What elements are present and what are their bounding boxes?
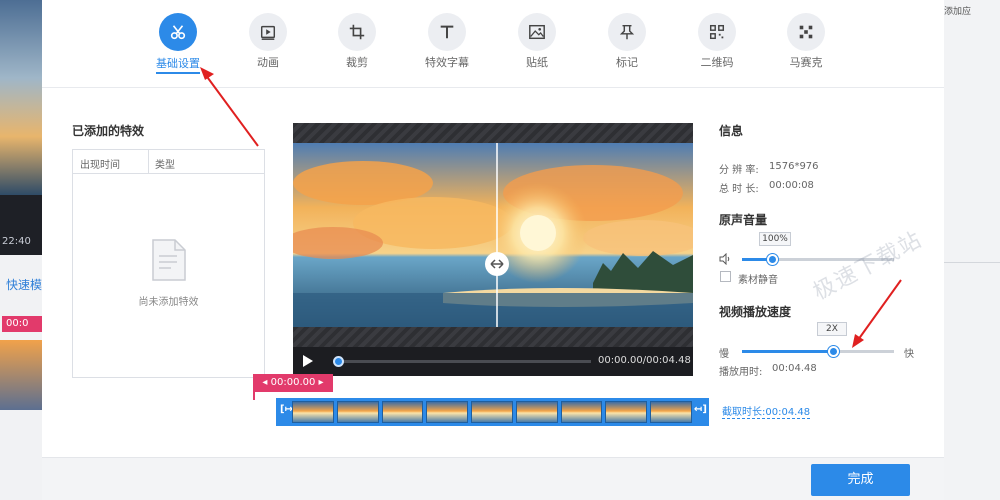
tab-crop[interactable]: 裁剪 <box>322 13 392 70</box>
marker-time: 00:00.00 <box>270 377 316 388</box>
background-thumbnail <box>0 0 42 195</box>
timeline-thumbnails <box>292 401 693 423</box>
mosaic-icon <box>787 13 825 51</box>
col-appear-time: 出现时间 <box>80 160 120 171</box>
mute-checkbox[interactable] <box>720 271 731 282</box>
speed-title: 视频播放速度 <box>719 305 792 319</box>
play-button[interactable] <box>303 355 313 367</box>
marker-stem <box>253 390 255 400</box>
tab-qrcode[interactable]: 二维码 <box>682 13 752 70</box>
duration-value: 00:00:08 <box>769 180 814 191</box>
volume-title: 原声音量 <box>719 213 768 227</box>
timeline-frame <box>292 401 334 423</box>
duration-label: 总 时 长: <box>719 184 759 195</box>
background-time: 22:40 <box>2 236 31 247</box>
progress-knob[interactable] <box>333 356 344 367</box>
header-divider <box>148 150 149 174</box>
play-frame-icon <box>249 13 287 51</box>
timeline-frame <box>605 401 648 423</box>
image-icon <box>518 13 556 51</box>
timeline-frame <box>426 401 469 423</box>
text-t-icon <box>428 13 466 51</box>
video-preview[interactable] <box>293 143 693 327</box>
timeline-frame <box>650 401 693 423</box>
toolbar: 基础设置 动画 裁剪 特效字幕 贴纸 标记 二维码 马赛克 <box>42 0 944 88</box>
player-top-bar <box>293 123 693 143</box>
background-time-tag: 00:0 <box>2 316 42 332</box>
play-duration-value: 00:04.48 <box>772 363 817 374</box>
crop-icon <box>338 13 376 51</box>
tab-effect-subtitle-label: 特效字幕 <box>425 56 469 69</box>
edit-dialog: 基础设置 动画 裁剪 特效字幕 贴纸 标记 二维码 马赛克 已添加的特效 出现时… <box>42 0 944 500</box>
speed-slider[interactable] <box>742 350 894 353</box>
timeline-frame <box>471 401 513 423</box>
marker-right-arrow-icon: ▸ <box>315 377 324 388</box>
marker-left-arrow-icon: ◂ <box>262 377 271 388</box>
speed-slow-label: 慢 <box>719 349 729 360</box>
tab-mosaic[interactable]: 马赛克 <box>771 13 841 70</box>
timeline-right-handle-icon[interactable]: ↤] <box>694 404 707 415</box>
timeline-left-handle-icon[interactable]: [↦ <box>280 404 293 415</box>
volume-knob[interactable] <box>767 254 779 265</box>
qr-icon <box>698 13 736 51</box>
effects-table: 出现时间 类型 尚未添加特效 <box>72 149 265 378</box>
tab-qrcode-label: 二维码 <box>700 56 734 69</box>
background-right-text: 添加应 <box>944 7 972 17</box>
speed-fast-label: 快 <box>904 349 914 360</box>
progress-track[interactable] <box>337 360 591 363</box>
tab-mosaic-label: 马赛克 <box>789 56 823 69</box>
tab-marker[interactable]: 标记 <box>592 13 662 70</box>
tab-animation-label: 动画 <box>257 56 279 69</box>
tab-animation[interactable]: 动画 <box>233 13 303 70</box>
tab-crop-label: 裁剪 <box>346 56 368 69</box>
capture-duration: 截取时长:00:04.48 <box>722 403 811 419</box>
speed-value-tip: 2X <box>817 322 847 336</box>
play-duration-label: 播放用时: <box>719 367 763 378</box>
player-controls: 00:00.00/00:04.48 <box>293 347 693 376</box>
timeline-frame <box>515 401 558 423</box>
player-time: 00:00.00/00:04.48 <box>598 355 691 366</box>
watermark: 极速下载站 <box>809 226 928 306</box>
video-player: 00:00.00/00:04.48 <box>293 123 693 376</box>
tab-marker-label: 标记 <box>616 56 638 69</box>
timeline-frame <box>336 401 379 423</box>
tab-sticker[interactable]: 贴纸 <box>502 13 572 70</box>
mute-label: 素材静音 <box>738 275 778 286</box>
empty-document-icon <box>152 239 186 281</box>
volume-value-tip: 100% <box>759 232 791 246</box>
timeline-time-marker[interactable]: ◂ 00:00.00 ▸ <box>253 374 333 392</box>
timeline-strip[interactable]: [↦ ↤] <box>276 398 709 426</box>
tab-effect-subtitle[interactable]: 特效字幕 <box>412 13 482 70</box>
background-divider <box>944 262 1000 263</box>
background-clip-thumbnail <box>0 340 42 410</box>
pin-icon <box>608 13 646 51</box>
tab-sticker-label: 贴纸 <box>526 56 548 69</box>
speed-knob[interactable] <box>828 346 840 357</box>
background-app-left: 22:40 快速模 00:0 <box>0 0 42 500</box>
effects-empty-text: 尚未添加特效 <box>138 297 199 308</box>
speaker-icon[interactable] <box>719 253 731 265</box>
timeline-frame <box>560 401 603 423</box>
background-app-right <box>944 0 1000 500</box>
resolution-label: 分 辨 率: <box>719 165 759 176</box>
effects-header: 出现时间 类型 <box>73 150 264 174</box>
col-type: 类型 <box>155 160 175 171</box>
tab-basic-settings-label: 基础设置 <box>156 55 200 74</box>
timeline-frame <box>381 401 424 423</box>
dialog-footer <box>42 457 944 500</box>
info-title: 信息 <box>719 124 744 138</box>
player-bottom-bar <box>293 327 693 347</box>
effects-title: 已添加的特效 <box>72 124 145 138</box>
resolution-value: 1576*976 <box>769 161 819 172</box>
scissors-icon <box>159 13 197 51</box>
tab-basic-settings[interactable]: 基础设置 <box>143 13 213 74</box>
background-link: 快速模 <box>6 278 42 292</box>
done-button[interactable]: 完成 <box>811 464 910 496</box>
